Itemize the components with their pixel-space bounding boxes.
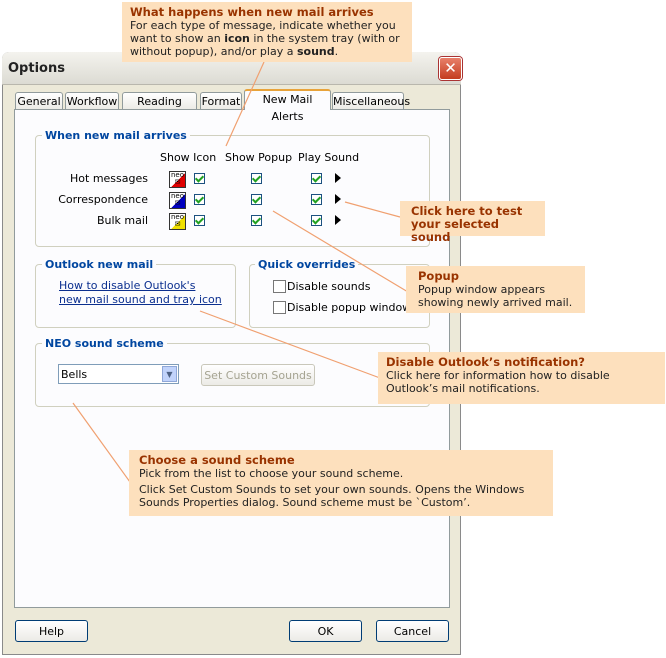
tab-new-mail-alerts[interactable]: New Mail Alerts [244,89,331,123]
link-line: new mail sound and tray icon [59,293,222,306]
show-popup-checkbox[interactable] [251,194,262,205]
close-icon[interactable]: ✕ [439,57,462,80]
group-title: Outlook new mail [42,258,157,271]
col-play-sound: Play Sound [298,151,360,164]
ok-button[interactable]: OK [289,620,362,642]
callout-text: Click Set Custom Sounds to set your own … [139,483,525,496]
show-icon-checkbox[interactable] [194,194,205,205]
callout-what-happens: What happens when new mail arrives For e… [122,2,412,62]
row-label: Hot messages [70,172,148,185]
selected-value: Bells [61,368,88,381]
callout-title: Disable Outlook’s notification? [386,355,585,369]
neo-mail-icon: neo ✉ [169,171,186,188]
neo-mail-icon: neo ✉ [169,213,186,230]
show-icon-checkbox[interactable] [194,215,205,226]
tab-format[interactable]: Format [200,92,242,109]
callout-popup: Popup Popup window appears showing newly… [406,266,585,313]
col-show-icon: Show Icon [160,151,217,164]
chevron-down-icon[interactable]: ▼ [162,366,177,382]
show-icon-checkbox[interactable] [194,173,205,184]
show-popup-checkbox[interactable] [251,215,262,226]
callout-test-sound: Click here to test your selected sound [400,201,545,244]
group-title: When new mail arrives [42,129,190,142]
callout-choose-scheme: Choose a sound scheme Pick from the list… [129,450,553,516]
group-title: Quick overrides [255,258,359,271]
play-sound-checkbox[interactable] [311,215,322,226]
play-sound-checkbox[interactable] [311,194,322,205]
callout-text: Outlook’s mail notifications. [386,382,540,395]
disable-outlook-link[interactable]: How to disable Outlook's new mail sound a… [59,279,222,307]
cancel-button[interactable]: Cancel [376,620,449,642]
callout-text: without popup), and/or play a sound. [130,45,339,58]
help-button[interactable]: Help [15,620,88,642]
neo-mail-icon: neo ✉ [169,192,186,209]
callout-title: your selected sound [411,217,499,244]
play-icon[interactable] [335,173,341,183]
callout-text: For each type of message, indicate wheth… [130,19,396,32]
play-sound-checkbox[interactable] [311,173,322,184]
callout-title: Popup [418,269,459,283]
callout-text: Sounds Properties dialog. Sound scheme m… [139,496,471,509]
tab-reading-pane[interactable]: Reading Pane [122,92,197,125]
callout-text: Click here for information how to disabl… [386,369,610,382]
col-show-popup: Show Popup [225,151,293,164]
disable-popup-checkbox[interactable] [273,301,286,314]
row-label: Bulk mail [96,214,148,227]
tab-miscellaneous[interactable]: Miscellaneous [332,92,410,109]
link-line: How to disable Outlook's [59,279,196,292]
tab-general[interactable]: General [15,92,63,109]
callout-title: Choose a sound scheme [139,453,295,467]
row-label: Correspondence [58,193,148,206]
disable-sounds-checkbox[interactable] [273,280,286,293]
callout-text: showing newly arrived mail. [418,296,573,309]
callout-text: want to show an icon in the system tray … [130,32,400,45]
play-icon[interactable] [335,215,341,225]
play-icon[interactable] [335,194,341,204]
callout-text: Popup window appears [418,283,546,296]
group-quick-overrides [249,264,430,328]
sound-scheme-select[interactable]: Bells ▼ [58,364,179,384]
tab-workflow[interactable]: Workflow [65,92,119,109]
callout-disable-outlook: Disable Outlook’s notification? Click he… [378,352,665,404]
group-title: NEO sound scheme [42,337,167,350]
callout-text: Pick from the list to choose your sound … [139,467,404,480]
window-title: Options [8,61,65,76]
disable-popup-label: Disable popup window [287,301,412,314]
disable-sounds-label: Disable sounds [287,280,371,293]
set-custom-sounds-button[interactable]: Set Custom Sounds [201,364,315,386]
show-popup-checkbox[interactable] [251,173,262,184]
callout-title: What happens when new mail arrives [130,5,374,19]
